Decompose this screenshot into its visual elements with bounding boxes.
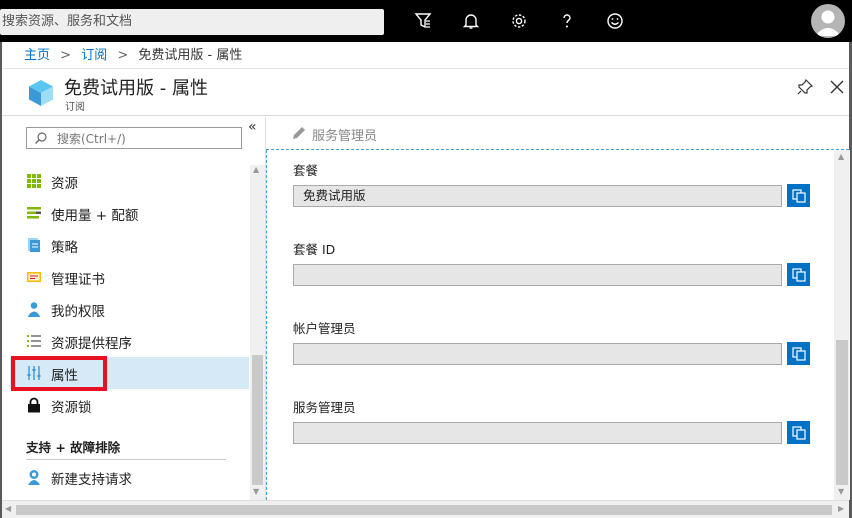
menu-item-management-certificates[interactable]: 管理证书	[10, 261, 249, 293]
breadcrumb-separator: >	[60, 48, 72, 63]
field-label-offer: 套餐	[293, 163, 319, 178]
scroll-down-icon[interactable]: ▼	[838, 487, 844, 496]
field-label-service-admin: 服务管理员	[293, 400, 356, 415]
menu-item-resource-providers[interactable]: 资源提供程序	[10, 325, 249, 357]
scroll-down-icon[interactable]: ▼	[253, 487, 259, 496]
grid-icon	[26, 173, 42, 189]
menu-item-resource-locks[interactable]: 资源锁	[10, 389, 249, 421]
pin-icon[interactable]	[796, 78, 814, 96]
breadcrumb-subscriptions-link[interactable]: 订阅	[81, 48, 107, 63]
section-divider	[26, 459, 226, 460]
top-bar: 搜索资源、服务和文档	[0, 0, 852, 42]
scroll-up-icon[interactable]: ▲	[838, 152, 844, 161]
horizontal-scrollbar-thumb[interactable]	[16, 505, 832, 515]
menu-item-usage-quota[interactable]: 使用量 + 配额	[10, 197, 249, 229]
search-icon	[34, 131, 48, 149]
blade-header: 免费试用版 - 属性 订阅	[2, 68, 849, 116]
menu-item-label: 管理证书	[51, 272, 105, 288]
breadcrumb-current: 免费试用版 - 属性	[138, 48, 243, 63]
content-toolbar: 服务管理员	[266, 117, 849, 150]
field-label-account-admin: 帐户管理员	[293, 321, 356, 336]
filter-icon[interactable]	[411, 9, 435, 33]
usage-icon	[26, 205, 42, 221]
menu-scrollbar-thumb[interactable]	[252, 355, 263, 485]
field-label-offer-id: 套餐 ID	[293, 242, 336, 257]
copy-icon	[791, 346, 806, 361]
menu-item-label: 新建支持请求	[51, 472, 132, 488]
scroll-up-icon[interactable]: ▲	[253, 165, 259, 174]
certificate-icon	[26, 269, 42, 285]
horizontal-scrollbar[interactable]: ◀ ▶	[2, 500, 849, 518]
content-scrollbar[interactable]: ▲ ▼	[834, 150, 850, 500]
user-icon	[26, 301, 42, 317]
menu-item-new-support-request[interactable]: 新建支持请求	[10, 461, 249, 493]
breadcrumb: 主页 > 订阅 > 免费试用版 - 属性	[24, 44, 242, 68]
section-title-support: 支持 + 故障排除	[26, 440, 121, 455]
help-icon[interactable]	[555, 9, 579, 33]
menu-item-my-permissions[interactable]: 我的权限	[10, 293, 249, 325]
breadcrumb-separator: >	[117, 48, 129, 63]
menu-item-policies[interactable]: 策略	[10, 229, 249, 261]
service-admin-field[interactable]	[293, 422, 782, 444]
resource-menu: « 搜索(Ctrl+/) 资源 使用量 + 配额 策略 管理证书 我的权限 资源…	[2, 117, 266, 500]
menu-item-label: 使用量 + 配额	[51, 208, 139, 224]
menu-item-label: 资源锁	[51, 400, 92, 416]
account-admin-field[interactable]	[293, 343, 782, 365]
gear-icon[interactable]	[507, 9, 531, 33]
menu-item-label: 资源	[51, 176, 78, 192]
subscription-cube-icon	[26, 78, 56, 108]
page-title: 免费试用版 - 属性	[64, 78, 208, 99]
avatar[interactable]	[811, 4, 845, 38]
pencil-icon	[291, 125, 307, 145]
menu-scrollbar[interactable]: ▲ ▼	[250, 165, 265, 500]
menu-item-label: 资源提供程序	[51, 336, 132, 352]
menu-item-label: 我的权限	[51, 304, 105, 320]
policy-icon	[26, 237, 42, 253]
support-icon	[26, 469, 42, 485]
copy-icon	[791, 188, 806, 203]
copy-service-admin-button[interactable]	[787, 421, 810, 444]
menu-item-resources[interactable]: 资源	[10, 165, 249, 197]
copy-offer-id-button[interactable]	[787, 263, 810, 286]
copy-icon	[791, 267, 806, 282]
breadcrumb-home-link[interactable]: 主页	[24, 48, 50, 63]
offer-id-field[interactable]	[293, 264, 782, 286]
bell-icon[interactable]	[459, 9, 483, 33]
smiley-icon[interactable]	[603, 9, 627, 33]
global-search-input[interactable]: 搜索资源、服务和文档	[0, 9, 384, 35]
collapse-menu-icon[interactable]: «	[248, 119, 257, 135]
scroll-right-icon[interactable]: ▶	[838, 504, 844, 513]
list-icon	[26, 333, 42, 349]
menu-item-label: 策略	[51, 240, 78, 256]
properties-highlight-box	[11, 356, 107, 391]
page-subtitle: 订阅	[65, 102, 85, 113]
menu-search-input[interactable]: 搜索(Ctrl+/)	[26, 127, 242, 149]
offer-field[interactable]: 免费试用版	[293, 185, 782, 207]
service-admin-button[interactable]: 服务管理员	[312, 125, 377, 144]
scroll-left-icon[interactable]: ◀	[5, 504, 11, 513]
properties-panel: 套餐 免费试用版 套餐 ID 帐户管理员 服务管理员 ▲ ▼	[266, 150, 850, 500]
close-icon[interactable]	[828, 78, 846, 96]
lock-icon	[26, 397, 42, 413]
content-scrollbar-thumb[interactable]	[836, 340, 848, 485]
copy-account-admin-button[interactable]	[787, 342, 810, 365]
copy-offer-button[interactable]	[787, 184, 810, 207]
copy-icon	[791, 425, 806, 440]
menu-search-placeholder: 搜索(Ctrl+/)	[57, 132, 126, 146]
